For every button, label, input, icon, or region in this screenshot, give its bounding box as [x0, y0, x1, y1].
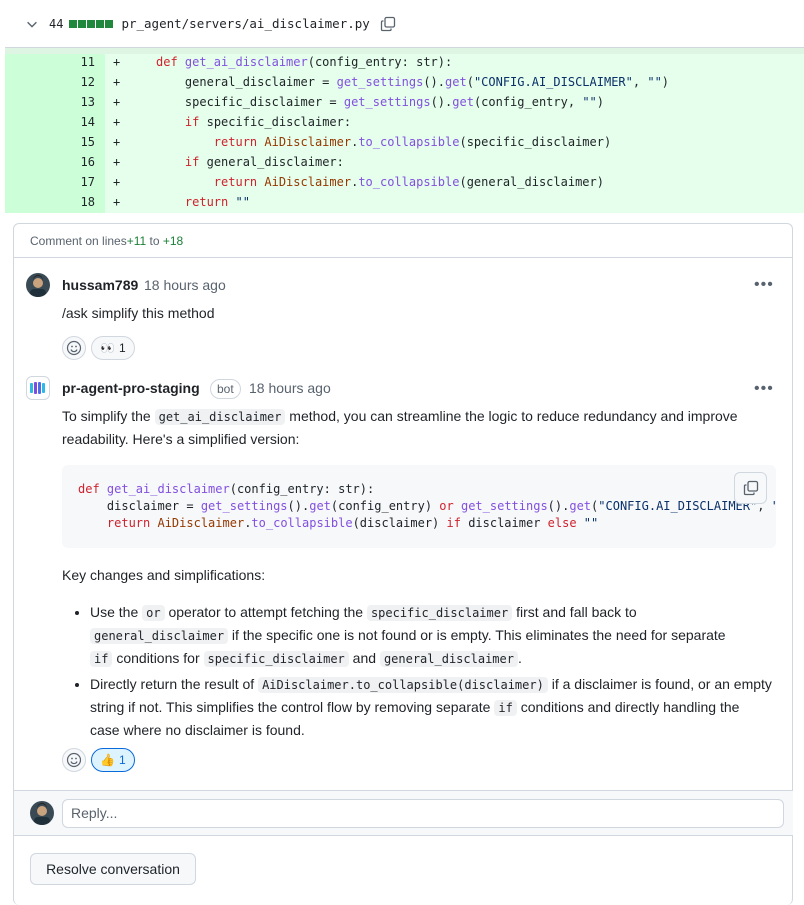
diff-code: if general_disclaimer:: [184, 155, 344, 169]
diff-code: specific_disclaimer = get_settings().get…: [184, 95, 604, 109]
avatar[interactable]: [26, 273, 50, 297]
bot-badge: bot: [210, 379, 241, 399]
diff-added-marker: +: [113, 175, 121, 189]
line-number[interactable]: 14: [5, 112, 95, 132]
thumbs-up-icon: 👍: [100, 753, 115, 767]
diff-line: 15 + return AiDisclaimer.to_collapsible(s…: [5, 132, 804, 152]
thumbs-up-reaction[interactable]: 👍 1: [91, 748, 135, 772]
copy-icon: [743, 480, 758, 496]
diff-code: return AiDisclaimer.to_collapsible(gener…: [213, 175, 604, 189]
smiley-icon: [66, 752, 82, 768]
diff-code: return "": [184, 195, 250, 209]
kebab-menu-icon[interactable]: •••: [754, 380, 774, 398]
comment-body: /ask simplify this method: [62, 305, 215, 321]
thread-header-to: to: [146, 233, 163, 248]
divider: [14, 835, 793, 836]
changes-list: Use the or operator to attempt fetching …: [62, 601, 772, 744]
diff-added-marker: +: [113, 135, 121, 149]
line-number[interactable]: 12: [5, 72, 95, 92]
diff-block: 11 + def get_ai_disclaimer(config_entry: s…: [5, 48, 804, 213]
diff-line: 18 + return "": [5, 192, 804, 212]
diff-added-marker: +: [113, 75, 121, 89]
diff-line: 11 + def get_ai_disclaimer(config_entry: s…: [5, 52, 804, 72]
line-start[interactable]: +11: [127, 234, 146, 248]
comment-author[interactable]: hussam789: [62, 277, 138, 293]
diff-added-marker: +: [113, 55, 121, 69]
eyes-icon: 👀: [100, 341, 115, 355]
reply-input[interactable]: Reply...: [62, 799, 784, 828]
resolve-conversation-button[interactable]: Resolve conversation: [30, 853, 196, 885]
line-number[interactable]: 17: [5, 172, 95, 192]
diff-line: 13 + specific_disclaimer = get_settings()…: [5, 92, 804, 112]
thread-header: Comment on lines +11 to +18: [14, 224, 792, 258]
code-block: def get_ai_disclaimer(config_entry: str)…: [62, 465, 776, 548]
copy-code-button[interactable]: [734, 472, 767, 504]
bot-avatar[interactable]: [26, 376, 50, 400]
line-end[interactable]: +18: [163, 234, 183, 248]
thread-header-label: Comment on lines: [30, 233, 127, 248]
copy-icon[interactable]: [380, 16, 396, 32]
list-item: Directly return the result of AiDisclaim…: [90, 673, 772, 741]
add-reaction-button[interactable]: [62, 336, 86, 360]
reaction-count: 1: [118, 753, 126, 767]
file-path[interactable]: pr_agent/servers/ai_disclaimer.py: [121, 16, 369, 31]
smiley-icon: [66, 340, 82, 356]
comment-intro: To simplify the get_ai_disclaimer method…: [62, 408, 738, 447]
diff-added-marker: +: [113, 115, 121, 129]
line-number[interactable]: 16: [5, 152, 95, 172]
code-line: return AiDisclaimer.to_collapsible(discl…: [78, 516, 599, 530]
diff-added-marker: +: [113, 95, 121, 109]
chevron-down-icon[interactable]: [25, 17, 39, 31]
diff-code: def get_ai_disclaimer(config_entry: str)…: [156, 55, 453, 69]
diff-line: 17 + return AiDisclaimer.to_collapsible(g…: [5, 172, 804, 192]
line-number[interactable]: 11: [5, 52, 95, 72]
code-line: def get_ai_disclaimer(config_entry: str)…: [78, 482, 375, 496]
current-user-avatar: [30, 801, 54, 825]
diff-code: return AiDisclaimer.to_collapsible(speci…: [213, 135, 612, 149]
list-item: Use the or operator to attempt fetching …: [90, 601, 772, 670]
inline-code: get_ai_disclaimer: [154, 409, 286, 425]
key-changes-heading: Key changes and simplifications:: [62, 567, 266, 583]
kebab-menu-icon[interactable]: •••: [754, 276, 774, 294]
diff-added-marker: +: [113, 155, 121, 169]
line-number[interactable]: 18: [5, 192, 95, 212]
diff-line: 14 + if specific_disclaimer:: [5, 112, 804, 132]
diff-line: 12 + general_disclaimer = get_settings().…: [5, 72, 804, 92]
diff-line: 16 + if general_disclaimer:: [5, 152, 804, 172]
comment-timestamp[interactable]: 18 hours ago: [249, 380, 331, 396]
comment-timestamp[interactable]: 18 hours ago: [144, 277, 226, 293]
line-number[interactable]: 13: [5, 92, 95, 112]
comment-author[interactable]: pr-agent-pro-staging: [62, 380, 200, 396]
diff-added-marker: +: [113, 195, 121, 209]
diff-code: general_disclaimer = get_settings().get(…: [184, 75, 670, 89]
diff-change-count: 44: [49, 16, 64, 31]
eyes-reaction[interactable]: 👀 1: [91, 336, 135, 360]
reaction-count: 1: [118, 341, 126, 355]
add-reaction-button[interactable]: [62, 748, 86, 772]
diffstat-bars: [69, 19, 114, 28]
code-line: disclaimer = get_settings().get(config_e…: [78, 499, 776, 513]
file-header: 44 pr_agent/servers/ai_disclaimer.py: [5, 0, 804, 48]
line-number[interactable]: 15: [5, 132, 95, 152]
diff-code: if specific_disclaimer:: [184, 115, 352, 129]
